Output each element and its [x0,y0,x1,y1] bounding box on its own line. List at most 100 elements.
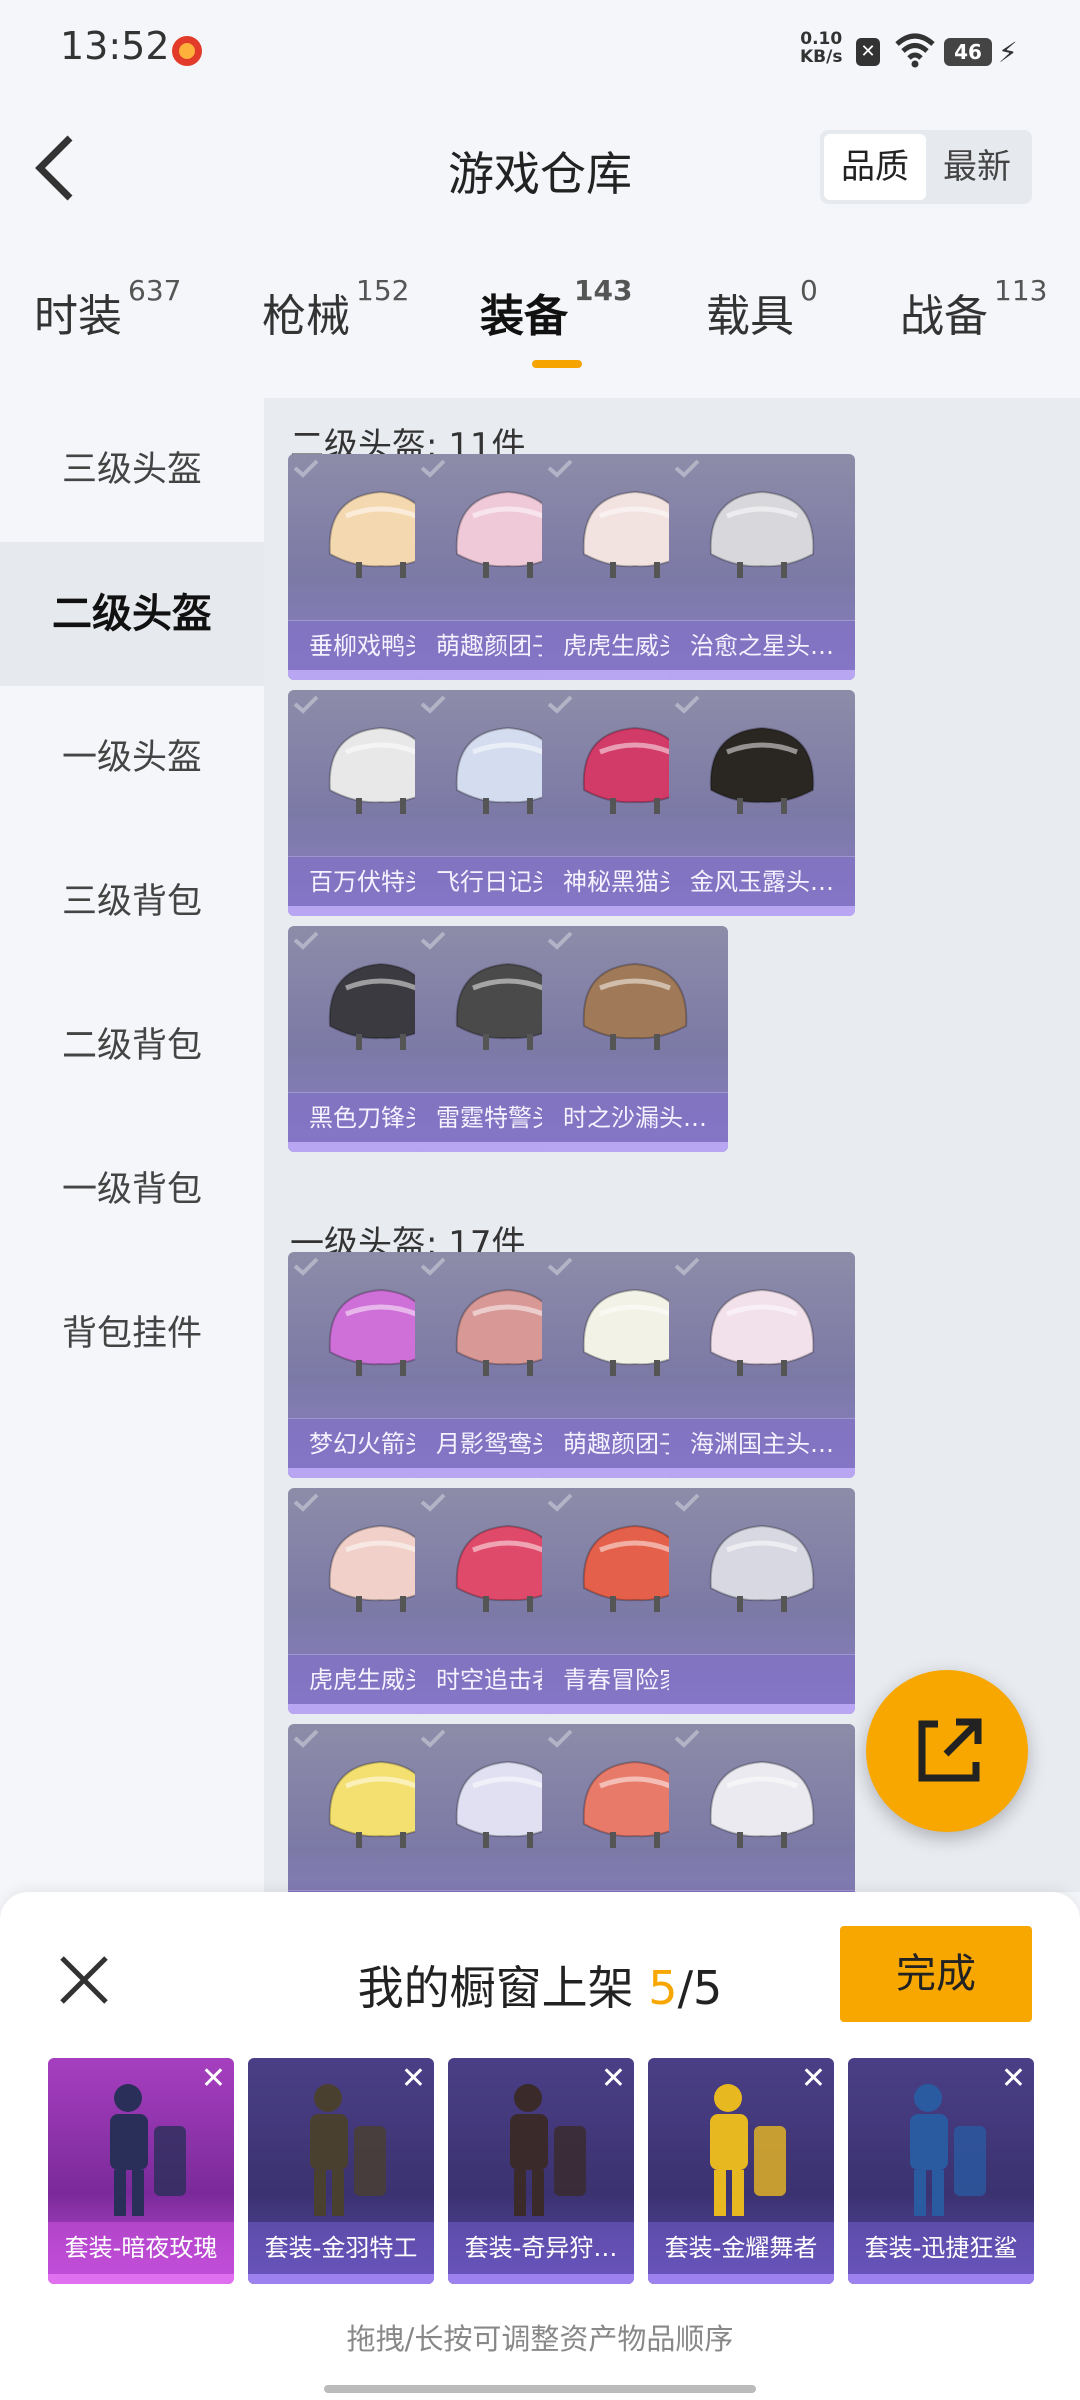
status-bar: 13:52 0.10 KB/s ✕ 46 ⚡ [0,0,1080,84]
sort-toggle: 品质 最新 [820,130,1032,204]
item-name: 海渊国主头… [669,1418,855,1468]
wifi-icon [895,33,935,68]
reorder-hint: 拖拽/长按可调整资产物品顺序 [346,2322,734,2356]
showcase-item[interactable]: ✕ 套装-奇异狩… [448,2058,634,2284]
sidebar-item-level3-backpack[interactable]: 三级背包 [0,830,264,974]
outfit-icon [510,2084,586,2216]
item-card[interactable]: 海渊国主头… [669,1252,855,1478]
item-name: 金风玉露头… [669,856,855,906]
check-icon [420,1729,446,1748]
rarity-stripe [48,2274,234,2284]
helmet-icon [709,490,815,578]
remove-icon[interactable]: ✕ [801,2064,826,2094]
item-name: 时之沙漏头… [542,1092,728,1142]
share-button[interactable] [866,1670,1028,1832]
showcase-item[interactable]: ✕ 套装-金羽特工 [248,2058,434,2284]
rarity-stripe [248,2274,434,2284]
check-icon [293,1493,319,1512]
check-icon [547,695,573,714]
app-notification-icon [172,36,202,66]
showcase-item[interactable]: ✕ 套装-金耀舞者 [648,2058,834,2284]
item-card[interactable]: 治愈之星头… [669,454,855,680]
charging-icon: ⚡ [998,36,1018,69]
sidebar: 三级头盔 二级头盔 一级头盔 三级背包 二级背包 一级背包 背包挂件 [0,398,264,1892]
check-icon [420,1257,446,1276]
home-indicator[interactable] [324,2385,756,2393]
remove-icon[interactable]: ✕ [601,2064,626,2094]
showcase-item-name: 套装-金羽特工 [248,2222,434,2274]
outfit-icon [310,2084,386,2216]
battery-level: 46 [944,38,992,66]
sort-by-quality[interactable]: 品质 [824,134,926,200]
item-card[interactable]: 金风玉露头… [669,690,855,916]
check-icon [420,695,446,714]
category-tabs: 时装637 枪械152 装备143 载具0 战备113 [0,274,1080,380]
showcase-item-name: 套装-奇异狩… [448,2222,634,2274]
showcase-item-name: 套装-金耀舞者 [648,2222,834,2274]
item-card[interactable] [669,1724,855,1892]
item-card[interactable] [669,1488,855,1714]
check-icon [674,695,700,714]
sidebar-item-level2-backpack[interactable]: 二级背包 [0,974,264,1118]
active-tab-indicator [532,360,582,368]
showcase-item[interactable]: ✕ 套装-迅捷狂鲨 [848,2058,1034,2284]
check-icon [293,1729,319,1748]
tab-vehicles[interactable]: 载具0 [706,274,818,344]
check-icon [420,1493,446,1512]
outfit-icon [910,2084,986,2216]
sidebar-item-backpack-charm[interactable]: 背包挂件 [0,1262,264,1406]
check-icon [420,459,446,478]
rarity-stripe [448,2274,634,2284]
rarity-stripe [669,1468,855,1478]
check-icon [674,1257,700,1276]
check-icon [293,931,319,950]
remove-icon[interactable]: ✕ [401,2064,426,2094]
showcase-sheet: 我的橱窗上架 5/5 完成 ✕ 套装-暗夜玫瑰 ✕ 套装-金羽特工 ✕ 套装-奇异狩… ✕ 套… [0,1892,1080,2400]
tab-fashion[interactable]: 时装637 [34,274,181,344]
rarity-stripe [542,1142,728,1152]
check-icon [420,931,446,950]
rarity-stripe [648,2274,834,2284]
helmet-icon [709,1288,815,1376]
sidebar-item-level1-backpack[interactable]: 一级背包 [0,1118,264,1262]
check-icon [547,1257,573,1276]
check-icon [547,1729,573,1748]
rarity-stripe [669,670,855,680]
tab-supplies[interactable]: 战备113 [900,274,1047,344]
rarity-stripe [669,1704,855,1714]
sidebar-item-level1-helmet[interactable]: 一级头盔 [0,686,264,830]
remove-icon[interactable]: ✕ [201,2064,226,2094]
rarity-stripe [848,2274,1034,2284]
tab-firearms[interactable]: 枪械152 [262,274,409,344]
helmet-icon [582,962,688,1050]
check-icon [674,1493,700,1512]
check-icon [293,1257,319,1276]
remove-icon[interactable]: ✕ [1001,2064,1026,2094]
done-button[interactable]: 完成 [840,1926,1032,2022]
outfit-icon [110,2084,186,2216]
showcase-item-name: 套装-暗夜玫瑰 [48,2222,234,2274]
helmet-icon [709,726,815,814]
check-icon [293,459,319,478]
item-grid: 二级头盔: 11件 一级头盔: 17件 垂柳戏鸭头… 萌趣颜团子… 虎虎生威头… 治愈… [264,398,1080,1892]
item-name: 治愈之星头… [669,620,855,670]
outfit-icon [710,2084,786,2216]
showcase-item-name: 套装-迅捷狂鲨 [848,2222,1034,2274]
check-icon [547,459,573,478]
showcase-count: 5 [648,1961,678,2015]
network-speed: 0.10 KB/s [800,29,843,67]
tab-equipment[interactable]: 装备143 [480,274,632,344]
sidebar-item-level2-helmet[interactable]: 二级头盔 [0,542,264,686]
check-icon [547,931,573,950]
sidebar-item-level3-helmet[interactable]: 三级头盔 [0,398,264,542]
item-name [669,1654,855,1704]
item-card[interactable]: 时之沙漏头… [542,926,728,1152]
check-icon [674,1729,700,1748]
showcase-item[interactable]: ✕ 套装-暗夜玫瑰 [48,2058,234,2284]
status-time: 13:52 [60,24,170,68]
check-icon [674,459,700,478]
helmet-icon [709,1760,815,1848]
check-icon [547,1493,573,1512]
rarity-stripe [669,906,855,916]
sort-by-newest[interactable]: 最新 [926,134,1028,200]
